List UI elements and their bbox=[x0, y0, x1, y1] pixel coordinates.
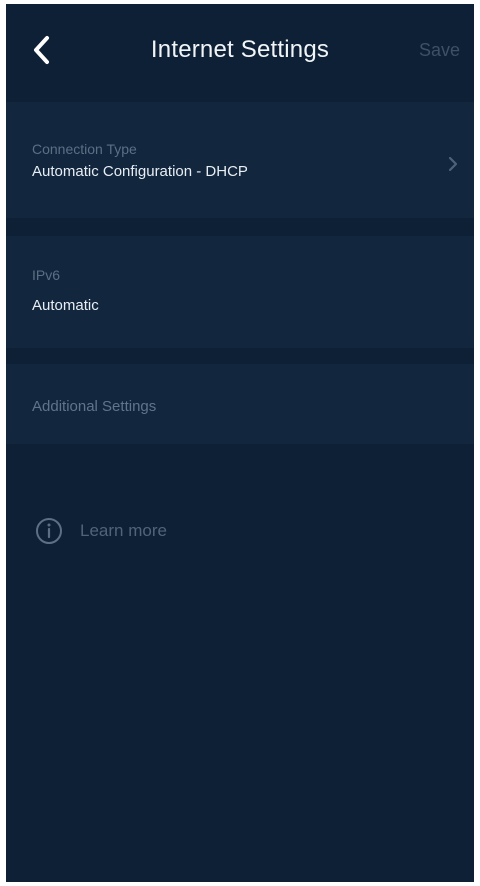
ipv6-label: IPv6 bbox=[32, 267, 61, 283]
chevron-right-icon bbox=[448, 156, 458, 172]
connection-type-value: Automatic Configuration - DHCP bbox=[32, 163, 248, 180]
additional-settings-row[interactable]: Additional Settings bbox=[6, 364, 474, 444]
learn-more-label: Learn more bbox=[80, 521, 167, 540]
ipv6-value: Automatic bbox=[32, 297, 99, 314]
save-button[interactable]: Save bbox=[419, 38, 460, 62]
additional-settings-label: Additional Settings bbox=[32, 398, 157, 415]
page-title: Internet Settings bbox=[150, 36, 330, 63]
ipv6-row[interactable]: IPv6 Automatic bbox=[6, 236, 474, 348]
app-screen: Internet Settings Save Connection Type A… bbox=[6, 4, 474, 882]
header-bar: Internet Settings Save bbox=[6, 4, 474, 94]
connection-type-row[interactable]: Connection Type Automatic Configuration … bbox=[6, 102, 474, 218]
info-icon bbox=[36, 518, 62, 544]
learn-more-link[interactable]: Learn more bbox=[34, 514, 167, 548]
connection-type-label: Connection Type bbox=[32, 141, 137, 157]
